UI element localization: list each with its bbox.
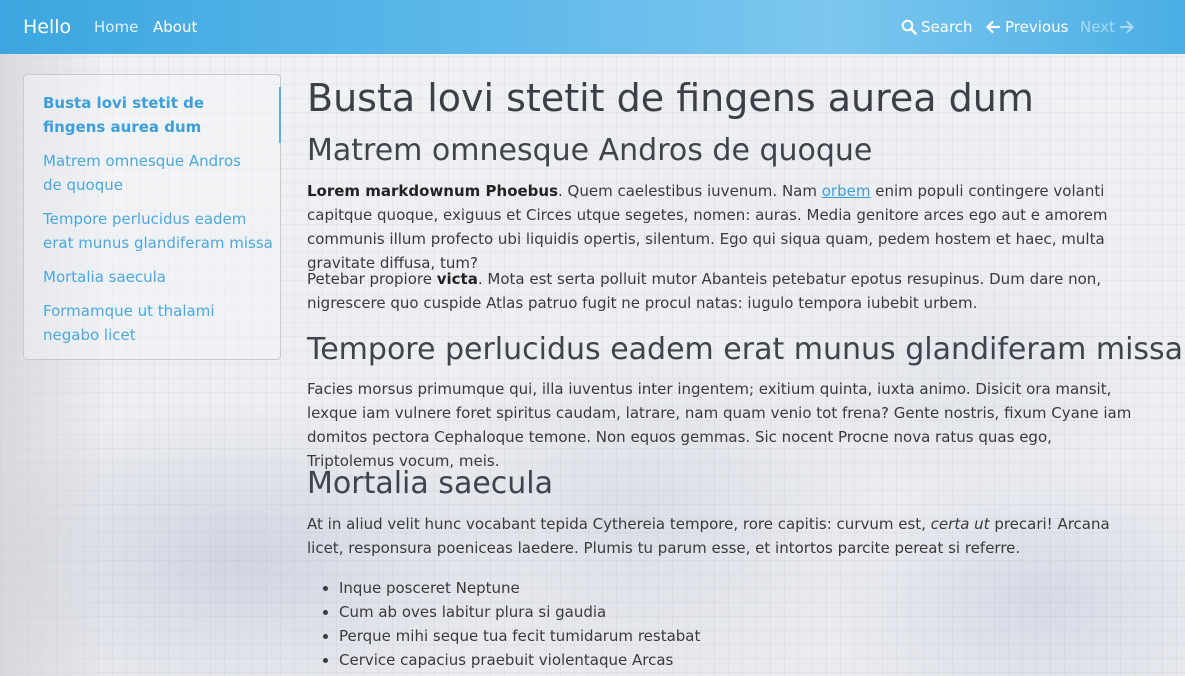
paragraph-2: Petebar propiore victa. Mota est serta p… bbox=[307, 267, 1142, 315]
paragraph-1: Lorem markdownum Phoebus. Quem caelestib… bbox=[307, 179, 1142, 275]
brand-link[interactable]: Hello bbox=[23, 16, 71, 38]
paragraph-4: At in aliud velit hunc vocabant tepida C… bbox=[307, 512, 1142, 560]
previous-button[interactable]: Previous bbox=[985, 18, 1068, 36]
paragraph-3: Facies morsus primumque qui, illa iuvent… bbox=[307, 380, 1132, 470]
list-item: Cum ab oves labitur plura si gaudia bbox=[339, 600, 700, 624]
section-heading-matrem: Matrem omnesque Andros de quoque bbox=[307, 133, 873, 168]
bold-text: Lorem markdownum Phoebus bbox=[307, 182, 559, 200]
list-item: Perque mihi seque tua fecit tumidarum re… bbox=[339, 624, 700, 648]
top-navbar: Hello Home About Search Previous Next bbox=[0, 0, 1185, 54]
toc-item-mortalia[interactable]: Mortalia saecula bbox=[43, 265, 263, 289]
list-item: Cervice capacius praebuit violentaque Ar… bbox=[339, 648, 700, 672]
toc-item-tempore[interactable]: Tempore perlucidus eadem erat munus glan… bbox=[43, 207, 273, 255]
page-title: Busta lovi stetit de fingens aurea dum bbox=[307, 76, 1034, 120]
list-item: Inque posceret Neptune bbox=[339, 576, 700, 600]
previous-label: Previous bbox=[1005, 18, 1069, 36]
paragraph-text: Petebar propiore bbox=[307, 270, 437, 288]
italic-text: certa ut bbox=[930, 515, 990, 533]
nav-home-link[interactable]: Home bbox=[94, 18, 138, 36]
bullet-list: Inque posceret Neptune Cum ab oves labit… bbox=[307, 576, 700, 672]
arrow-left-icon bbox=[986, 20, 1001, 34]
paragraph-text: At in aliud velit hunc vocabant tepida C… bbox=[307, 515, 931, 533]
search-button[interactable]: Search bbox=[901, 18, 973, 36]
active-indicator bbox=[279, 87, 281, 143]
search-label: Search bbox=[921, 18, 973, 36]
search-icon bbox=[901, 19, 917, 35]
toc-item-matrem[interactable]: Matrem omnesque Andros de quoque bbox=[43, 149, 263, 197]
toc-item-busta[interactable]: Busta lovi stetit de fingens aurea dum bbox=[43, 91, 263, 139]
toc-item-formamque[interactable]: Formamque ut thalami negabo licet bbox=[43, 299, 223, 347]
bold-text: victa bbox=[436, 270, 478, 288]
section-heading-mortalia: Mortalia saecula bbox=[307, 466, 554, 501]
orbem-link[interactable]: orbem bbox=[822, 182, 871, 200]
next-label: Next bbox=[1080, 18, 1115, 36]
paragraph-text: . Quem caelestibus iuvenum. Nam bbox=[558, 182, 822, 200]
nav-about-link[interactable]: About bbox=[153, 18, 197, 36]
section-heading-tempore: Tempore perlucidus eadem erat munus glan… bbox=[307, 332, 1184, 367]
arrow-right-icon bbox=[1119, 20, 1134, 34]
next-button[interactable]: Next bbox=[1080, 18, 1135, 36]
table-of-contents: Busta lovi stetit de fingens aurea dum M… bbox=[23, 74, 281, 360]
